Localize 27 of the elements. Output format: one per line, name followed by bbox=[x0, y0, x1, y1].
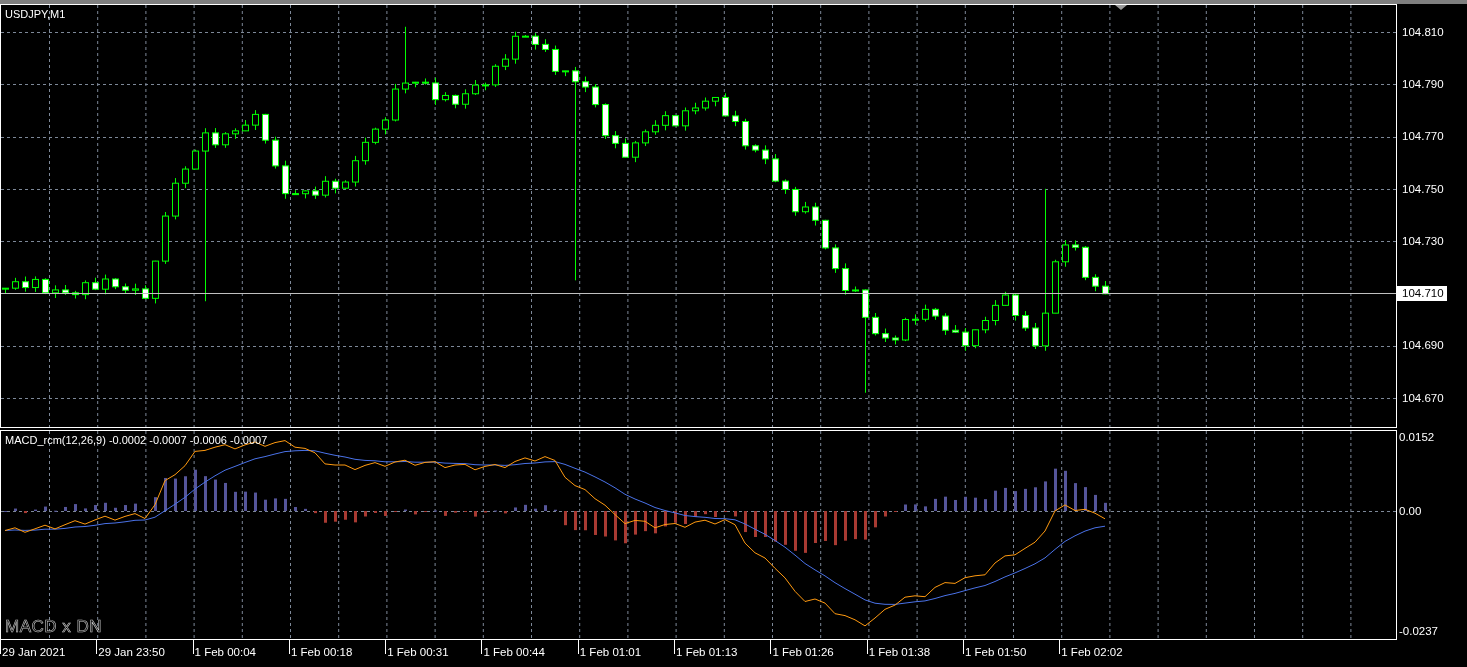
indicator-axis-label: -0.0237 bbox=[1399, 624, 1439, 638]
time-label: 29 Jan 23:50 bbox=[96, 640, 193, 654]
chart-caption: MACD x DN bbox=[5, 617, 103, 637]
price-label: 104.770 bbox=[1401, 129, 1445, 145]
indicator-axis-label: 0.0152 bbox=[1399, 430, 1436, 444]
time-label: 1 Feb 00:04 bbox=[192, 640, 289, 654]
time-label: 1 Feb 00:18 bbox=[288, 640, 386, 654]
time-label: 1 Feb 00:44 bbox=[481, 640, 578, 654]
price-label: 104.790 bbox=[1401, 76, 1445, 92]
price-label: 104.750 bbox=[1401, 181, 1445, 197]
price-label: 104.670 bbox=[1401, 390, 1445, 406]
time-label: 1 Feb 02:02 bbox=[1059, 640, 1156, 654]
triangle-icon[interactable] bbox=[1115, 5, 1127, 10]
price-label: 104.690 bbox=[1401, 338, 1445, 354]
indicator-axis-label: 0.00 bbox=[1399, 504, 1423, 518]
time-label: 29 Jan 2021 bbox=[0, 640, 97, 654]
time-label: 1 Feb 01:01 bbox=[577, 640, 675, 654]
price-label: 104.810 bbox=[1401, 24, 1445, 40]
current-price-label: 104.710 bbox=[1397, 286, 1447, 302]
indicator-label: MACD_rcm(12,26,9) -0.0002 -0.0007 -0.0006 -0.0007 bbox=[5, 434, 268, 446]
price-label: 104.730 bbox=[1401, 233, 1445, 249]
time-label: 1 Feb 01:13 bbox=[674, 640, 771, 654]
time-label: 1 Feb 01:50 bbox=[962, 640, 1060, 654]
symbol-title: USDJPY,M1 bbox=[5, 8, 66, 20]
time-label: 1 Feb 01:26 bbox=[770, 640, 867, 654]
time-label: 1 Feb 00:31 bbox=[385, 640, 482, 654]
time-label: 1 Feb 01:38 bbox=[866, 640, 963, 654]
